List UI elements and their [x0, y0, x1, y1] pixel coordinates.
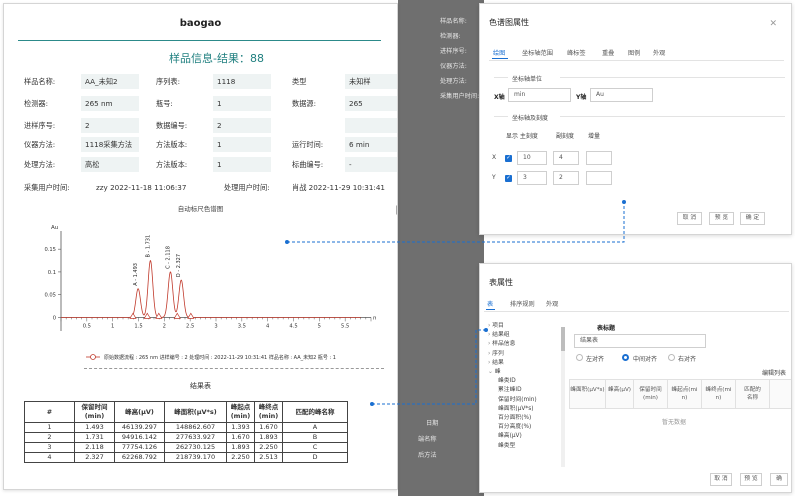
connector-table	[372, 329, 486, 405]
connector-dot	[370, 402, 374, 406]
connector-dot	[285, 240, 289, 244]
callout-connectors	[285, 200, 626, 406]
connector-chart	[287, 202, 625, 243]
connector-dot	[622, 200, 626, 204]
stage: 样品名称: 检测器: 进样序号: 仪器方法: 处理方法: 采集用户时间: 日期 …	[0, 0, 795, 496]
connector-dot	[484, 328, 488, 332]
